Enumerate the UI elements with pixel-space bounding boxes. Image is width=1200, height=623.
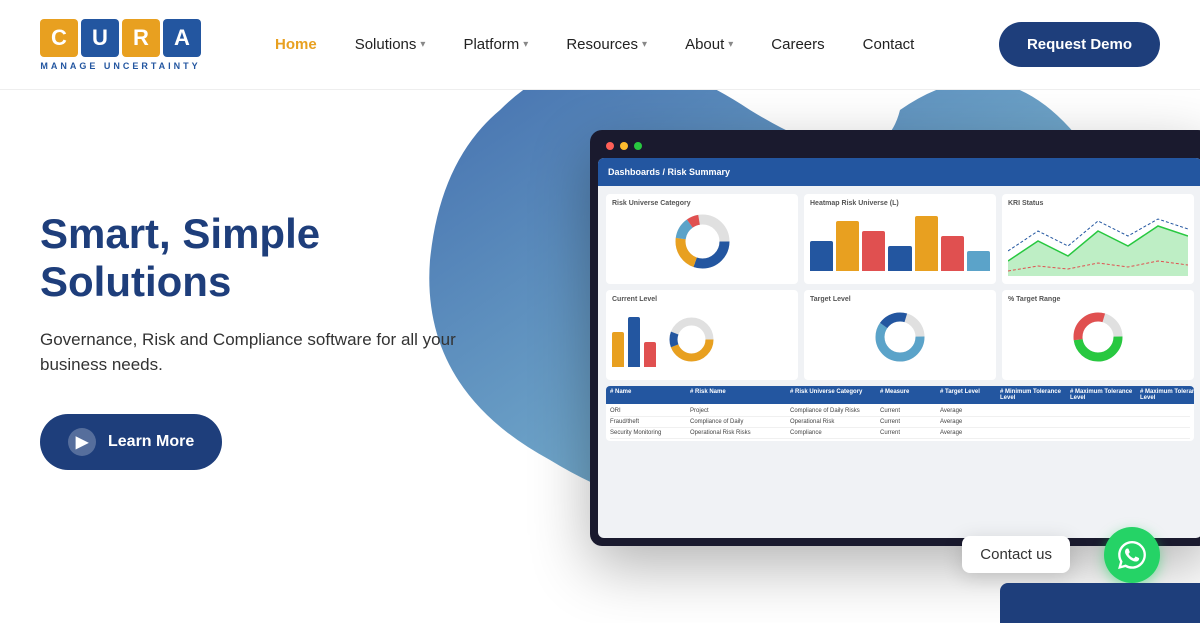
dashboard-topbar: Dashboards / Risk Summary [598, 158, 1200, 186]
col-name: # Name [610, 389, 690, 401]
main-nav: Home Solutions ▾ Platform ▾ Resources ▾ … [261, 28, 999, 61]
col-current: # Maximum Tolerance Level [1140, 389, 1194, 401]
nav-platform[interactable]: Platform ▾ [449, 28, 542, 61]
table-row: Security Monitoring Operational Risk Ris… [610, 428, 1190, 439]
chart-title-6: % Target Range [1008, 296, 1188, 303]
logo[interactable]: C U R A MANAGE UNCERTAINTY [40, 19, 201, 71]
col-measure: # Measure [880, 389, 940, 401]
chevron-down-icon: ▾ [420, 39, 425, 50]
table-header: # Name # Risk Name # Risk Universe Categ… [606, 386, 1194, 404]
chart-heatmap: Heatmap Risk Universe (L) [804, 194, 996, 284]
dot-yellow [620, 142, 628, 150]
col-target: # Target Level [940, 389, 1000, 401]
dashboard-mockup: Dashboards / Risk Summary Risk Universe … [590, 130, 1200, 546]
logo-tile-c: C [40, 19, 78, 57]
chart-title-2: Heatmap Risk Universe (L) [810, 200, 990, 207]
nav-careers[interactable]: Careers [757, 28, 838, 61]
hero-subtitle: Governance, Risk and Compliance software… [40, 327, 480, 378]
nav-solutions[interactable]: Solutions ▾ [341, 28, 440, 61]
chevron-down-icon: ▾ [728, 39, 733, 50]
chevron-down-icon: ▾ [523, 39, 528, 50]
chart-kri: KRI Status [1002, 194, 1194, 284]
logo-tile-u: U [81, 19, 119, 57]
col-max: # Maximum Tolerance Level [1070, 389, 1140, 401]
table-row: ORI Project Compliance of Daily Risks Cu… [610, 406, 1190, 417]
chart-title-5: Target Level [810, 296, 990, 303]
arrow-right-icon: ▶ [68, 428, 96, 456]
donut-chart-1 [612, 211, 792, 271]
header: C U R A MANAGE UNCERTAINTY Home Solution… [0, 0, 1200, 90]
chart-target-level: Target Level [804, 290, 996, 380]
table-row: Fraud/theft Compliance of Daily Operatio… [610, 417, 1190, 428]
dashboard-content: Risk Universe Category [598, 186, 1200, 449]
logo-tile-r: R [122, 19, 160, 57]
whatsapp-button[interactable] [1104, 527, 1160, 583]
chart-row-2: Current Level [606, 290, 1194, 380]
chart-target-range: % Target Range [1002, 290, 1194, 380]
bar-chart-1 [810, 211, 990, 271]
chart-title-1: Risk Universe Category [612, 200, 792, 207]
laptop-frame: Dashboards / Risk Summary Risk Universe … [590, 130, 1200, 546]
chart-current-level: Current Level [606, 290, 798, 380]
dot-red [606, 142, 614, 150]
line-chart-1 [1008, 211, 1188, 271]
titlebar [598, 138, 1200, 158]
chart-title-4: Current Level [612, 296, 792, 303]
dashboard-title: Dashboards / Risk Summary [608, 167, 730, 177]
logo-tagline: MANAGE UNCERTAINTY [40, 61, 200, 71]
learn-more-button[interactable]: ▶ Learn More [40, 414, 222, 470]
hero-section: Smart, Simple Solutions Governance, Risk… [0, 90, 1200, 623]
chart-title-3: KRI Status [1008, 200, 1188, 207]
col-min: # Minimum Tolerance Level [1000, 389, 1070, 401]
dashboard-screen: Dashboards / Risk Summary Risk Universe … [598, 158, 1200, 538]
table-body: ORI Project Compliance of Daily Risks Cu… [606, 404, 1194, 441]
contact-bar [1000, 583, 1200, 623]
contact-popup: Contact us [962, 536, 1070, 573]
chart-risk-universe: Risk Universe Category [606, 194, 798, 284]
col-risk-name: # Risk Name [690, 389, 790, 401]
logo-tile-a: A [163, 19, 201, 57]
request-demo-button[interactable]: Request Demo [999, 22, 1160, 67]
donut-chart-2 [810, 307, 990, 367]
nav-resources[interactable]: Resources ▾ [552, 28, 661, 61]
dot-green [634, 142, 642, 150]
contact-label: Contact us [980, 546, 1052, 563]
donut-chart-3 [1008, 307, 1188, 367]
data-table: # Name # Risk Name # Risk Universe Categ… [606, 386, 1194, 441]
nav-contact[interactable]: Contact [849, 28, 929, 61]
hero-text-block: Smart, Simple Solutions Governance, Risk… [0, 210, 480, 470]
nav-about[interactable]: About ▾ [671, 28, 747, 61]
hero-title: Smart, Simple Solutions [40, 210, 480, 307]
col-category: # Risk Universe Category [790, 389, 880, 401]
nav-home[interactable]: Home [261, 28, 331, 61]
chart-row-1: Risk Universe Category [606, 194, 1194, 284]
chevron-down-icon: ▾ [642, 39, 647, 50]
